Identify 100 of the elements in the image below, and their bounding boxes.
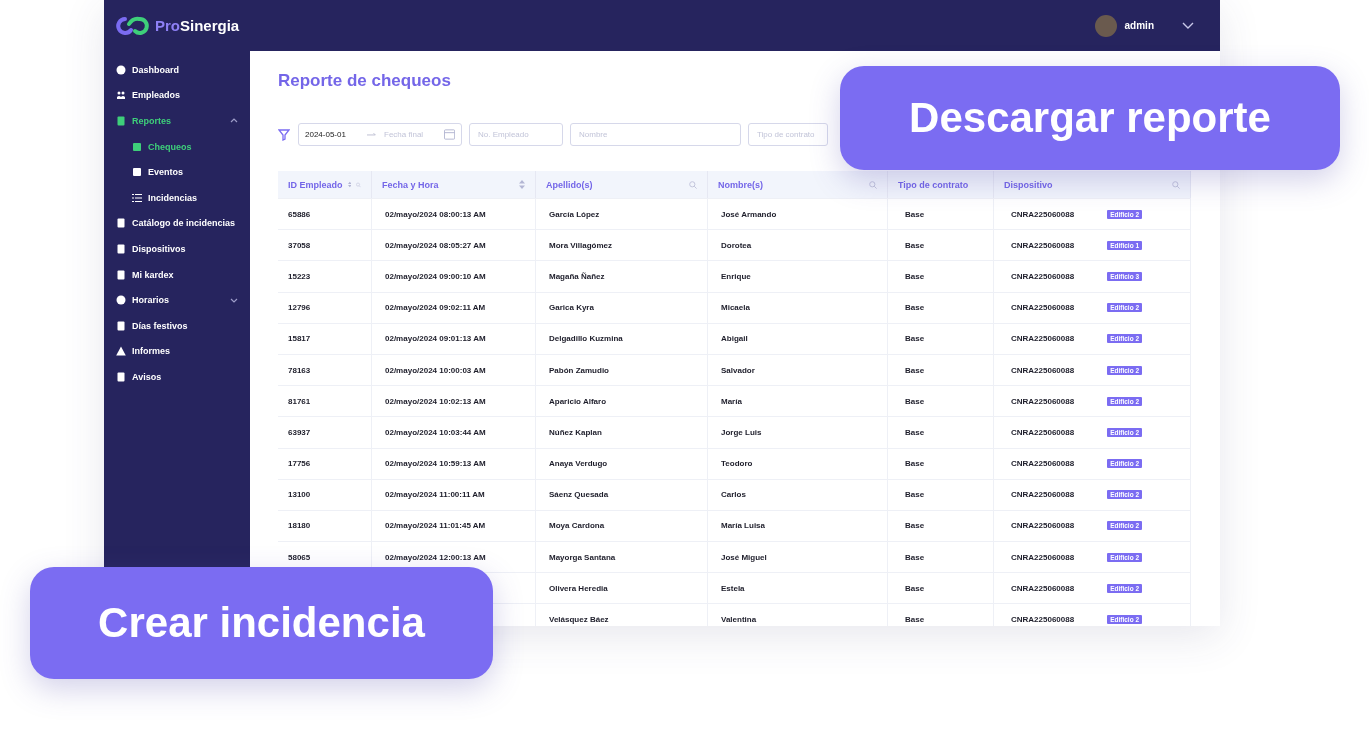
surname-cell: Magaña Ñañez: [549, 271, 605, 281]
id-cell: 78163: [288, 365, 311, 375]
contract-cell: Base: [905, 521, 925, 531]
name-cell: Estela: [721, 583, 745, 593]
column-header[interactable]: Fecha y Hora: [372, 171, 536, 198]
name-cell: María: [721, 396, 742, 406]
people-icon: [116, 90, 126, 101]
name-cell: Enrique: [721, 271, 751, 281]
nav-item[interactable]: Dispositivos: [104, 236, 250, 262]
nav-item[interactable]: Horarios: [104, 287, 250, 313]
surname-cell: Delgadillo Kuzmina: [549, 334, 623, 344]
column-header[interactable]: Apellido(s): [536, 171, 708, 198]
name-cell: José Armando: [721, 209, 777, 219]
datetime-cell: 02/mayo/2024 10:59:13 AM: [385, 459, 486, 469]
search-icon[interactable]: [356, 180, 361, 189]
device-cell: CNRA225060088: [1011, 490, 1075, 500]
column-header[interactable]: Tipo de contrato: [888, 171, 994, 198]
datetime-cell: 02/mayo/2024 11:00:11 AM: [385, 490, 485, 500]
device-cell: CNRA225060088: [1011, 209, 1075, 219]
nav-item[interactable]: Dashboard: [104, 57, 250, 83]
chevron-down-icon[interactable]: [1182, 21, 1194, 30]
device-cell: CNRA225060088: [1011, 240, 1075, 250]
device-cell: CNRA225060088: [1011, 521, 1075, 531]
datetime-cell: 02/mayo/2024 10:00:03 AM: [385, 365, 486, 375]
id-cell: 65886: [288, 209, 311, 219]
name-cell: Valentina: [721, 615, 757, 625]
nav-subitem[interactable]: Incidencias: [104, 184, 250, 211]
device-cell: CNRA225060088: [1011, 365, 1075, 375]
nav-item[interactable]: Empleados: [104, 82, 250, 109]
contract-cell: Base: [905, 396, 925, 406]
surname-cell: García López: [549, 209, 600, 219]
callout-button[interactable]: Crear incidencia: [30, 567, 493, 679]
surname-cell: Anaya Verdugo: [549, 459, 608, 469]
contract-cell: Base: [905, 303, 925, 313]
contract-cell: Base: [905, 240, 925, 250]
id-cell: 12796: [288, 303, 311, 313]
id-cell: 15223: [288, 271, 311, 281]
contract-cell: Base: [905, 615, 925, 625]
column-header[interactable]: Nombre(s): [708, 171, 888, 198]
id-cell: 37058: [288, 240, 311, 250]
list-icon: [132, 192, 142, 203]
name-cell: Micaela: [721, 303, 750, 313]
search-icon[interactable]: [689, 180, 697, 189]
contract-cell: Base: [905, 365, 925, 375]
device-cell: CNRA225060088: [1011, 552, 1075, 562]
search-icon[interactable]: [869, 180, 877, 189]
name-cell: Carlos: [721, 490, 746, 500]
chevron-up-icon[interactable]: [230, 118, 238, 124]
nav-item[interactable]: Avisos: [104, 364, 250, 390]
surname-cell: Garica Kyra: [549, 303, 594, 313]
avatar-icon[interactable]: [1094, 14, 1117, 37]
surname-cell: Sáenz Quesada: [549, 490, 609, 500]
filter-input[interactable]: Nombre: [570, 123, 741, 146]
datetime-cell: 02/mayo/2024 09:02:11 AM: [385, 303, 486, 313]
device-cell: CNRA225060088: [1011, 303, 1075, 313]
nav-item[interactable]: Reportes: [104, 108, 250, 134]
id-cell: 17756: [288, 459, 311, 469]
sort-icon[interactable]: [519, 180, 525, 189]
datetime-cell: 02/mayo/2024 08:00:13 AM: [385, 209, 486, 219]
search-icon[interactable]: [1172, 180, 1180, 189]
nav-item[interactable]: Días festivos: [104, 312, 250, 339]
surname-cell: Aparicio Alfaro: [549, 396, 607, 406]
id-cell: 81761: [288, 396, 311, 406]
device-cell: CNRA225060088: [1011, 271, 1075, 281]
datetime-cell: 02/mayo/2024 10:03:44 AM: [385, 427, 486, 437]
id-cell: 58065: [288, 552, 311, 562]
surname-cell: Olivera Heredia: [549, 583, 608, 593]
chevron-down-icon[interactable]: [230, 297, 238, 303]
nav-item[interactable]: Catálogo de incidencias: [104, 210, 250, 237]
nav-subitem[interactable]: Eventos: [104, 159, 250, 185]
contract-cell: Base: [905, 271, 925, 281]
device-cell: CNRA225060088: [1011, 583, 1075, 593]
sort-icon[interactable]: [347, 180, 352, 189]
datetime-cell: 02/mayo/2024 10:02:13 AM: [385, 396, 486, 406]
infinity-logo-icon: [114, 14, 152, 37]
device-cell: CNRA225060088: [1011, 396, 1075, 406]
callout-button[interactable]: Descargar reporte: [840, 66, 1340, 170]
name-cell: José Miguel: [721, 552, 767, 562]
surname-cell: Pabón Zamudio: [549, 365, 609, 375]
name-cell: María Luisa: [721, 521, 765, 531]
column-header[interactable]: ID Empleado: [278, 171, 372, 198]
surname-cell: Núñez Kaplan: [549, 427, 602, 437]
datetime-cell: 02/mayo/2024 11:01:45 AM: [385, 521, 486, 531]
nav-item[interactable]: Mi kardex: [104, 261, 250, 288]
contract-cell: Base: [905, 583, 925, 593]
name-cell: Salvador: [721, 365, 755, 375]
contract-cell: Base: [905, 490, 925, 500]
contract-cell: Base: [905, 334, 925, 344]
brand-name: ProSinergia: [155, 17, 240, 34]
nav-item[interactable]: Informes: [104, 338, 250, 365]
warning-icon: [116, 346, 126, 357]
user-name[interactable]: admin: [1124, 20, 1154, 31]
filter-icon[interactable]: [278, 128, 290, 141]
contract-cell: Base: [905, 209, 925, 219]
page-title: Reporte de chequeos: [278, 71, 452, 92]
nav-subitem[interactable]: Chequeos: [104, 133, 250, 160]
datetime-cell: 02/mayo/2024 09:01:13 AM: [385, 334, 486, 344]
contract-cell: Base: [905, 427, 925, 437]
name-cell: Abigail: [721, 334, 748, 344]
column-header[interactable]: Dispositivo: [994, 171, 1191, 198]
